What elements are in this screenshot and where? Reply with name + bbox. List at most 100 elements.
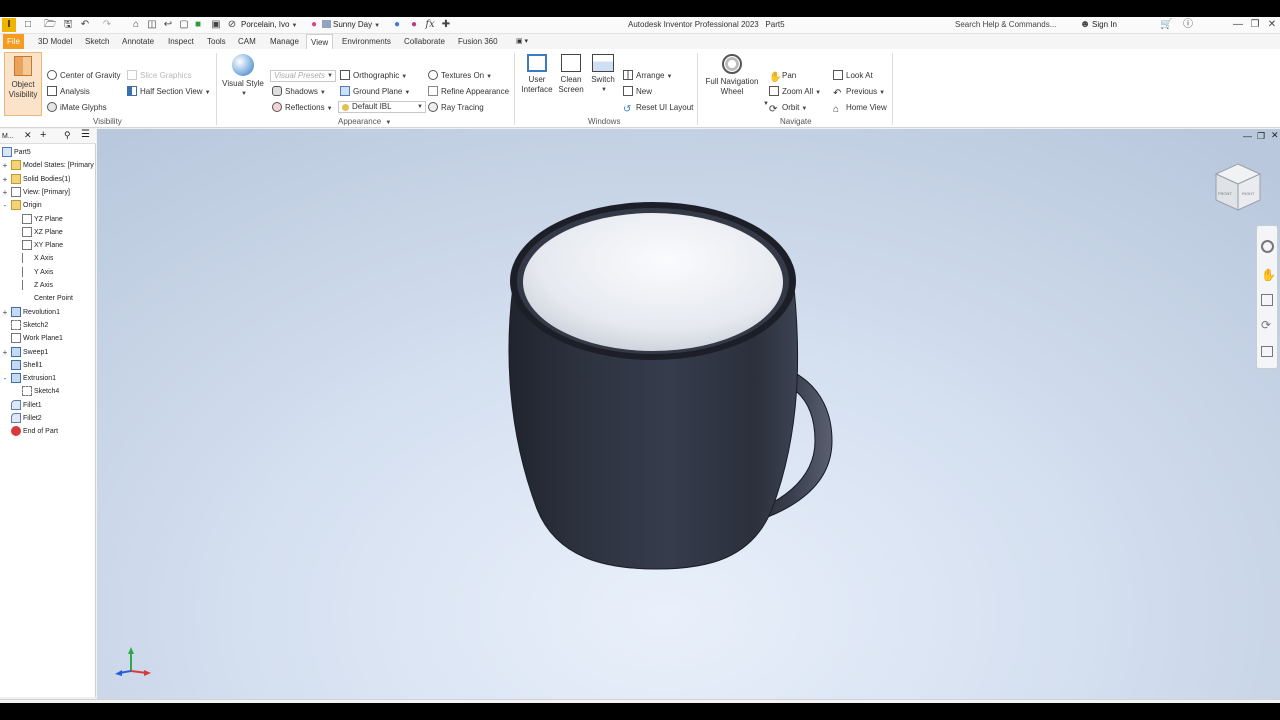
orbit-nav-icon[interactable]: ⟳ bbox=[1261, 318, 1271, 332]
ribbon-toggle-icon[interactable]: ▣ ▾ bbox=[512, 34, 532, 49]
appearance-sphere-icon[interactable]: ● bbox=[308, 19, 320, 31]
ray-tracing-button[interactable]: Ray Tracing bbox=[428, 102, 484, 113]
object-visibility-button[interactable]: Object Visibility bbox=[4, 52, 42, 116]
tab-view[interactable]: View bbox=[306, 34, 334, 49]
appearance-panel-label[interactable]: Appearance ▼ bbox=[338, 117, 391, 126]
measure-icon[interactable]: ▣ bbox=[210, 19, 222, 31]
full-navigation-wheel-button[interactable]: Full Navigation Wheel bbox=[700, 52, 764, 97]
browser-scrollbar[interactable]: ◀ bbox=[0, 699, 96, 703]
tree-row[interactable]: XZ Plane bbox=[0, 226, 96, 239]
tree-row[interactable]: Fillet1 bbox=[0, 399, 96, 412]
browser-menu-icon[interactable]: ☰ bbox=[81, 129, 90, 140]
tree-row[interactable]: Fillet2 bbox=[0, 412, 96, 425]
minimize-icon[interactable]: — bbox=[1232, 19, 1244, 31]
tree-row[interactable]: XY Plane bbox=[0, 239, 96, 252]
help-icon[interactable]: ⓘ bbox=[1182, 19, 1194, 31]
viewport-restore-icon[interactable]: ❐ bbox=[1257, 131, 1265, 142]
tree-row[interactable]: End of Part bbox=[0, 425, 96, 438]
projects-icon[interactable]: ◫ bbox=[146, 19, 158, 31]
clear-appearance-icon[interactable]: ● bbox=[408, 19, 420, 31]
previous-view-button[interactable]: ↶ Previous ▼ bbox=[833, 86, 885, 99]
tab-inspect[interactable]: Inspect bbox=[164, 34, 198, 49]
material-sphere-icon[interactable]: ⊘ bbox=[226, 19, 238, 31]
pan-hand-icon[interactable]: ✋ bbox=[1261, 268, 1276, 282]
add-browser-icon[interactable]: + bbox=[40, 129, 46, 141]
tab-cam[interactable]: CAM bbox=[234, 34, 260, 49]
graphics-viewport[interactable]: — ❐ ✕ FRONT RIGHT ✋ ⟳ bbox=[97, 129, 1280, 699]
sign-in-link[interactable]: Sign In bbox=[1092, 19, 1117, 31]
tree-row[interactable]: - Origin bbox=[0, 199, 96, 212]
shadows-button[interactable]: Shadows ▼ bbox=[272, 86, 326, 99]
switch-button[interactable]: Switch ▼ bbox=[588, 52, 618, 95]
return-icon[interactable]: ↩ bbox=[162, 19, 174, 31]
look-at-button[interactable]: Look At bbox=[833, 70, 873, 81]
undo-icon[interactable]: ↶ bbox=[79, 19, 91, 31]
tree-row[interactable]: Sketch2 bbox=[0, 319, 96, 332]
textures-on-button[interactable]: Textures On ▼ bbox=[428, 70, 492, 83]
tree-row[interactable]: + Solid Bodies(1) bbox=[0, 173, 96, 186]
search-icon[interactable]: ⚲ bbox=[64, 130, 71, 141]
customize-icon[interactable]: ✚ bbox=[440, 19, 452, 31]
tree-row[interactable]: + Revolution1 bbox=[0, 306, 96, 319]
new-file-icon[interactable]: □ bbox=[22, 19, 34, 31]
orbit-button[interactable]: ⟳ Orbit ▼ bbox=[769, 102, 807, 115]
reset-ui-layout-button[interactable]: ↺ Reset UI Layout bbox=[623, 102, 693, 115]
tree-row[interactable]: Center Point bbox=[0, 292, 96, 305]
redo-icon[interactable]: ↷ bbox=[101, 19, 113, 31]
expand-icon[interactable]: + bbox=[1, 159, 9, 172]
clean-screen-button[interactable]: Clean Screen bbox=[556, 52, 586, 95]
ground-plane-button[interactable]: Ground Plane ▼ bbox=[340, 86, 410, 99]
save-icon[interactable]: 🖫 bbox=[62, 19, 74, 31]
tab-3d-model[interactable]: 3D Model bbox=[34, 34, 76, 49]
tree-row[interactable]: Y Axis bbox=[0, 266, 96, 279]
viewcube[interactable]: FRONT RIGHT bbox=[1213, 162, 1263, 214]
visual-presets-dropdown[interactable]: Visual Presets ▼ bbox=[270, 70, 336, 82]
arrange-button[interactable]: Arrange ▼ bbox=[623, 70, 672, 83]
slice-graphics-button[interactable]: Slice Graphics bbox=[127, 70, 192, 81]
reflections-button[interactable]: Reflections ▼ bbox=[272, 102, 333, 115]
appearance-dropdown[interactable]: Sunny Day ▼ bbox=[322, 18, 388, 32]
collapse-icon[interactable]: - bbox=[1, 199, 9, 212]
open-file-icon[interactable]: 🗁 bbox=[44, 19, 56, 31]
adjust-icon[interactable]: ● bbox=[391, 19, 403, 31]
imate-glyphs-button[interactable]: iMate Glyphs bbox=[47, 102, 107, 113]
viewcube-front-label[interactable]: FRONT bbox=[1218, 191, 1232, 196]
tree-row[interactable]: Work Plane1 bbox=[0, 332, 96, 345]
fx-parameters-icon[interactable]: fx bbox=[424, 19, 436, 31]
tab-fusion-360[interactable]: Fusion 360 bbox=[454, 34, 502, 49]
expand-icon[interactable]: + bbox=[1, 346, 9, 359]
browser-tab-close-icon[interactable]: ✕ bbox=[24, 130, 32, 141]
refine-appearance-button[interactable]: Refine Appearance bbox=[428, 86, 509, 97]
user-icon[interactable]: ☻ bbox=[1079, 19, 1091, 31]
close-icon[interactable]: ✕ bbox=[1266, 19, 1278, 31]
look-at-nav-icon[interactable] bbox=[1261, 346, 1273, 357]
tab-annotate[interactable]: Annotate bbox=[118, 34, 158, 49]
tree-row[interactable]: + Model States: [Primary] bbox=[0, 159, 96, 172]
tree-row[interactable]: YZ Plane bbox=[0, 213, 96, 226]
cart-icon[interactable]: 🛒 bbox=[1160, 19, 1172, 31]
home-icon[interactable]: ⌂ bbox=[130, 19, 142, 31]
expand-icon[interactable]: + bbox=[1, 173, 9, 186]
tree-row[interactable]: + View: [Primary] bbox=[0, 186, 96, 199]
browser-tab-model[interactable]: M... bbox=[2, 131, 14, 142]
viewport-minimize-icon[interactable]: — bbox=[1243, 131, 1252, 141]
select-icon[interactable]: ▢ bbox=[178, 19, 190, 31]
material-dropdown[interactable]: Porcelain, Ivo ▼ bbox=[241, 18, 305, 32]
new-window-button[interactable]: New bbox=[623, 86, 652, 97]
viewcube-right-label[interactable]: RIGHT bbox=[1242, 191, 1254, 196]
nav-wheel-icon[interactable] bbox=[1261, 240, 1274, 253]
collapse-icon[interactable]: - bbox=[1, 372, 9, 385]
inventor-logo[interactable]: I bbox=[2, 18, 16, 32]
tab-tools[interactable]: Tools bbox=[203, 34, 230, 49]
tab-collaborate[interactable]: Collaborate bbox=[400, 34, 449, 49]
tree-row[interactable]: + Sweep1 bbox=[0, 346, 96, 359]
tree-row[interactable]: - Extrusion1 bbox=[0, 372, 96, 385]
tree-row[interactable]: Part5 bbox=[0, 146, 96, 159]
tab-sketch[interactable]: Sketch bbox=[81, 34, 113, 49]
zoom-window-icon[interactable] bbox=[1261, 294, 1273, 306]
tree-row[interactable]: Z Axis bbox=[0, 279, 96, 292]
zoom-all-button[interactable]: Zoom All ▼ bbox=[769, 86, 821, 99]
tab-environments[interactable]: Environments bbox=[338, 34, 395, 49]
tree-row[interactable]: Sketch4 bbox=[0, 385, 96, 398]
user-interface-button[interactable]: User Interface bbox=[518, 52, 556, 95]
